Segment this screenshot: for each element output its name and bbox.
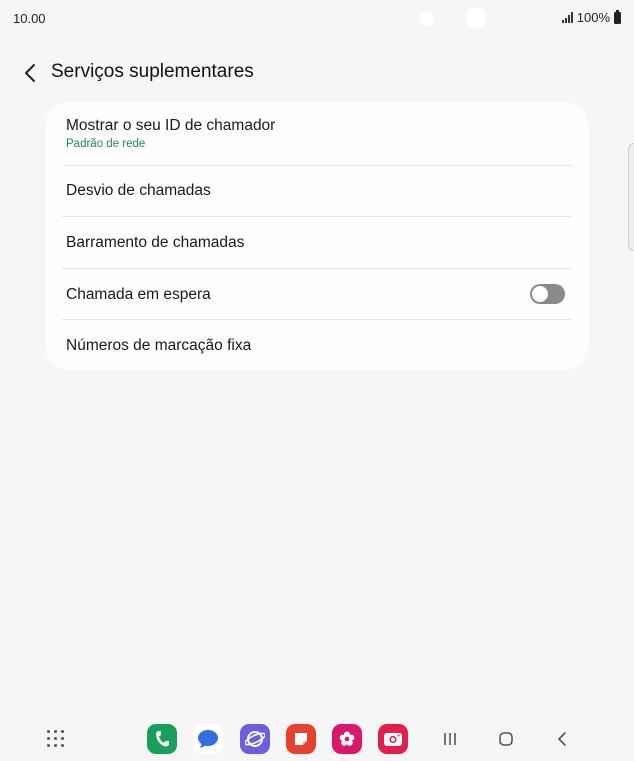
settings-card: Mostrar o seu ID de chamador Padrão de r… — [45, 102, 589, 370]
fixed-dialing-setting[interactable]: Números de marcação fixa — [45, 320, 589, 370]
call-waiting-title: Chamada em espera — [66, 286, 211, 303]
back-button[interactable] — [16, 59, 44, 87]
notes-icon — [295, 733, 307, 745]
back-icon — [558, 732, 566, 746]
battery-percentage: 100% — [576, 10, 610, 25]
status-time: 10.00 — [13, 11, 46, 26]
notes-app-icon[interactable] — [286, 724, 316, 754]
apps-grid-button[interactable] — [47, 730, 65, 748]
toggle-knob — [532, 286, 548, 302]
fixed-dialing-title: Números de marcação fixa — [66, 337, 252, 354]
camera-cutout — [466, 8, 486, 28]
app-bar: Serviços suplementares — [0, 56, 634, 90]
recents-icon — [444, 733, 456, 745]
caller-id-setting[interactable]: Mostrar o seu ID de chamador Padrão de r… — [45, 102, 589, 165]
camera-cutout — [419, 11, 434, 26]
flower-icon — [339, 731, 355, 746]
signal-icon — [561, 12, 573, 23]
messages-app-icon[interactable] — [193, 724, 223, 754]
call-forwarding-title: Desvio de chamadas — [66, 182, 211, 199]
battery-icon — [614, 9, 621, 24]
call-barring-setting[interactable]: Barramento de chamadas — [45, 217, 589, 268]
internet-icon — [245, 731, 265, 747]
caller-id-value: Padrão de rede — [66, 138, 146, 150]
galaxy-store-app-icon[interactable] — [332, 724, 362, 754]
phone-app-icon[interactable] — [147, 724, 177, 754]
call-barring-title: Barramento de chamadas — [66, 234, 245, 251]
page-title: Serviços suplementares — [51, 61, 254, 82]
recent-apps-button[interactable] — [438, 728, 462, 750]
call-waiting-setting[interactable]: Chamada em espera — [45, 269, 589, 320]
status-bar: 10.00 100% — [0, 0, 634, 36]
edge-panel-handle[interactable] — [628, 143, 634, 251]
camera-icon — [384, 733, 402, 746]
status-indicators: 100% — [561, 9, 621, 25]
camera-app-icon[interactable] — [378, 724, 408, 754]
nav-back-button[interactable] — [550, 728, 574, 750]
caller-id-title: Mostrar o seu ID de chamador — [66, 117, 276, 134]
messages-icon — [198, 730, 218, 748]
phone-icon — [156, 731, 169, 747]
home-icon — [499, 732, 513, 746]
chevron-left-icon — [25, 64, 35, 82]
internet-app-icon[interactable] — [240, 724, 270, 754]
call-forwarding-setting[interactable]: Desvio de chamadas — [45, 166, 589, 217]
home-button[interactable] — [494, 728, 518, 750]
navigation-bar — [0, 716, 634, 761]
call-waiting-toggle[interactable] — [530, 284, 565, 304]
